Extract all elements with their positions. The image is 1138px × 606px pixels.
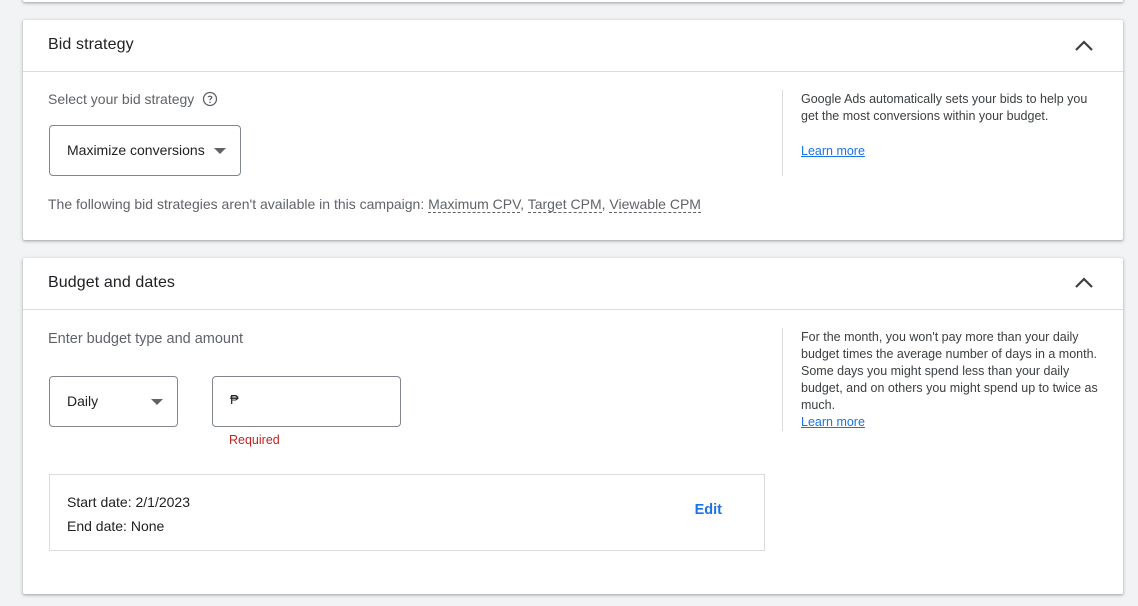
- bid-side-divider: [782, 90, 783, 176]
- edit-dates-button[interactable]: Edit: [695, 502, 722, 518]
- budget-enter-label: Enter budget type and amount: [48, 331, 244, 347]
- bid-strategy-help-text: Google Ads automatically sets your bids …: [801, 92, 1088, 123]
- bid-strategy-title: Bid strategy: [48, 36, 134, 53]
- bid-strategy-select-label: Select your bid strategy: [48, 91, 195, 107]
- budget-dates-card: Budget and dates Enter budget type and a…: [23, 258, 1123, 594]
- bid-strategy-header[interactable]: Bid strategy: [23, 20, 1123, 72]
- help-circle-icon[interactable]: [202, 91, 218, 107]
- caret-down-icon: [151, 399, 163, 405]
- unavailable-strategies-prefix: The following bid strategies aren't avai…: [48, 196, 429, 212]
- bid-strategy-card: Bid strategy Select your bid strategy Ma…: [23, 20, 1123, 240]
- start-date-text: Start date: 2/1/2023: [67, 494, 190, 510]
- bid-strategy-selected-value: Maximize conversions: [67, 142, 205, 158]
- budget-dates-title: Budget and dates: [48, 274, 176, 291]
- required-error-text: Required: [229, 433, 280, 447]
- unavailable-strategies-note: The following bid strategies aren't avai…: [48, 196, 701, 213]
- budget-side-divider: [782, 328, 783, 431]
- bid-learn-more-link[interactable]: Learn more: [801, 144, 865, 158]
- budget-learn-more-link[interactable]: Learn more: [801, 415, 865, 429]
- end-date-text: End date: None: [67, 518, 165, 534]
- unavailable-strategy-target-cpm[interactable]: Target CPM: [527, 196, 602, 213]
- unavailable-separator: ,: [520, 196, 528, 212]
- chevron-up-icon[interactable]: [1073, 274, 1095, 292]
- previous-section-card: [23, 0, 1123, 2]
- budget-type-value: Daily: [67, 393, 99, 409]
- caret-down-icon: [214, 148, 226, 154]
- budget-help-text: For the month, you won't pay more than y…: [801, 330, 1098, 412]
- unavailable-strategy-viewable-cpm[interactable]: Viewable CPM: [609, 196, 701, 213]
- budget-amount-input[interactable]: ₱: [212, 376, 401, 427]
- chevron-up-icon[interactable]: [1073, 37, 1095, 55]
- campaign-dates-box: Start date: 2/1/2023 End date: None Edit: [49, 474, 765, 551]
- budget-help-panel: For the month, you won't pay more than y…: [801, 329, 1101, 431]
- unavailable-strategy-maximum-cpv[interactable]: Maximum CPV: [428, 196, 521, 213]
- budget-type-select[interactable]: Daily: [49, 376, 178, 427]
- currency-symbol: ₱: [230, 392, 239, 407]
- bid-strategy-select[interactable]: Maximize conversions: [49, 125, 241, 176]
- bid-strategy-help-panel: Google Ads automatically sets your bids …: [801, 91, 1101, 160]
- budget-dates-header[interactable]: Budget and dates: [23, 258, 1123, 310]
